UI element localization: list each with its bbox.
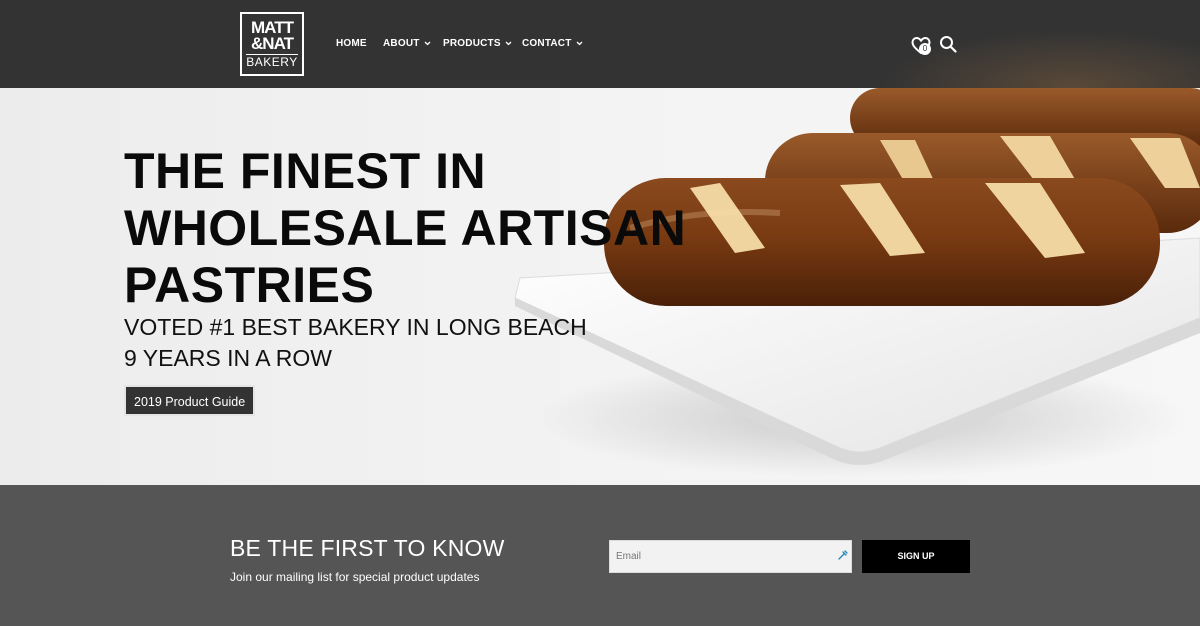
hero-banner: THE FINEST IN WHOLESALE ARTISAN PASTRIES… — [0, 88, 1200, 485]
email-field[interactable] — [610, 541, 851, 572]
newsletter-title: BE THE FIRST TO KNOW — [230, 535, 505, 561]
newsletter-subtitle: Join our mailing list for special produc… — [230, 570, 480, 584]
nav-about[interactable]: ABOUT — [383, 38, 431, 49]
search-icon[interactable] — [939, 35, 957, 53]
hero-title-line1: THE FINEST IN — [124, 143, 487, 199]
email-field-wrapper — [609, 540, 852, 573]
signup-button[interactable]: SIGN UP — [862, 540, 970, 573]
hero-subtitle: VOTED #1 BEST BAKERY IN LONG BEACH 9 YEA… — [124, 312, 587, 374]
hero-subtitle-line1: VOTED #1 BEST BAKERY IN LONG BEACH — [124, 314, 587, 340]
chevron-down-icon — [505, 41, 512, 46]
wishlist-count-badge: 0 — [919, 43, 931, 55]
hero-subtitle-line2: 9 YEARS IN A ROW — [124, 345, 332, 371]
nav-home[interactable]: HOME — [336, 38, 367, 49]
hero-title-line3: PASTRIES — [124, 257, 375, 313]
hero-title-line2: WHOLESALE ARTISAN — [124, 200, 687, 256]
logo-text-line3: BAKERY — [246, 53, 298, 69]
nav-about-label: ABOUT — [383, 38, 420, 49]
logo[interactable]: MATT &NAT BAKERY — [240, 12, 304, 76]
chevron-down-icon — [576, 41, 583, 46]
nav-products[interactable]: PRODUCTS — [443, 38, 512, 49]
newsletter-section: BE THE FIRST TO KNOW Join our mailing li… — [0, 485, 1200, 626]
site-header: MATT &NAT BAKERY HOME ABOUT PRODUCTS CON… — [0, 0, 1200, 88]
logo-text-line2: &NAT — [251, 33, 294, 53]
product-guide-button[interactable]: 2019 Product Guide — [124, 385, 256, 416]
autofill-key-icon[interactable] — [837, 549, 849, 561]
chevron-down-icon — [424, 41, 431, 46]
nav-home-label: HOME — [336, 38, 367, 49]
hero-title: THE FINEST IN WHOLESALE ARTISAN PASTRIES — [124, 143, 744, 314]
nav-contact-label: CONTACT — [522, 38, 572, 49]
nav-products-label: PRODUCTS — [443, 38, 501, 49]
nav-contact[interactable]: CONTACT — [522, 38, 583, 49]
